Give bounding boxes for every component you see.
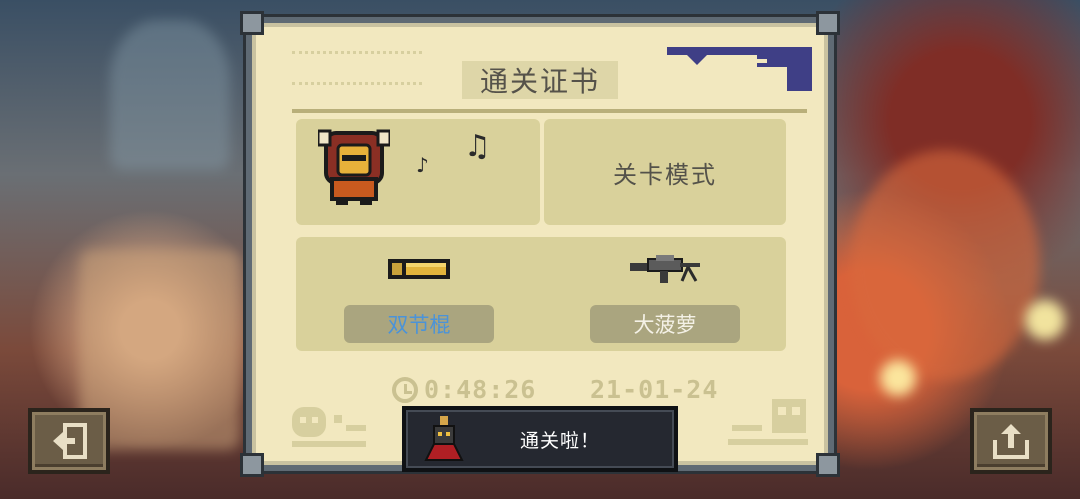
background-light	[880, 360, 916, 396]
weapon-2-label: 大菠萝	[590, 305, 740, 343]
boss-icon	[424, 416, 464, 461]
clear-time-value: 0:48:26	[424, 375, 537, 404]
clock-icon	[392, 376, 418, 403]
clear-certificate: 通关证书 ♪ ♫ 关卡模式 双节棍 大菠萝 0:48:26 21-01-24	[240, 11, 840, 477]
weapons-panel: 双节棍 大菠萝	[296, 237, 786, 351]
frame-corner	[816, 453, 840, 477]
horned-knight-icon	[318, 129, 390, 205]
certificate-title: 通关证书	[479, 65, 600, 98]
background-light	[1025, 300, 1065, 340]
share-icon	[993, 424, 1029, 459]
exit-button[interactable]	[28, 408, 110, 474]
frame-corner	[816, 11, 840, 35]
game-mode-label: 关卡模式	[613, 160, 717, 189]
frame-corner	[240, 453, 264, 477]
pattern-decoration	[292, 407, 366, 447]
weapon-1-label: 双节棍	[344, 305, 494, 343]
frame-corner	[240, 11, 264, 35]
hero-panel: ♪ ♫	[296, 119, 540, 225]
background-tree	[110, 20, 230, 170]
background-character	[850, 150, 1040, 380]
clear-date: 21-01-24	[590, 375, 719, 404]
pattern-decoration	[292, 51, 422, 85]
divider	[292, 109, 807, 113]
toast-message: 通关啦！	[520, 429, 601, 452]
rifle-icon	[630, 255, 700, 283]
clear-time: 0:48:26	[392, 375, 536, 404]
share-button[interactable]	[970, 408, 1052, 474]
pattern-decoration	[667, 47, 812, 91]
mode-panel: 关卡模式	[544, 119, 786, 225]
nunchaku-icon	[388, 259, 450, 279]
music-note-icon: ♪	[416, 153, 429, 177]
certificate-title-banner: 通关证书	[462, 61, 618, 99]
clear-toast: 通关啦！	[402, 406, 678, 472]
pattern-decoration	[728, 399, 808, 445]
music-note-icon: ♫	[464, 129, 491, 164]
exit-icon	[53, 423, 87, 459]
